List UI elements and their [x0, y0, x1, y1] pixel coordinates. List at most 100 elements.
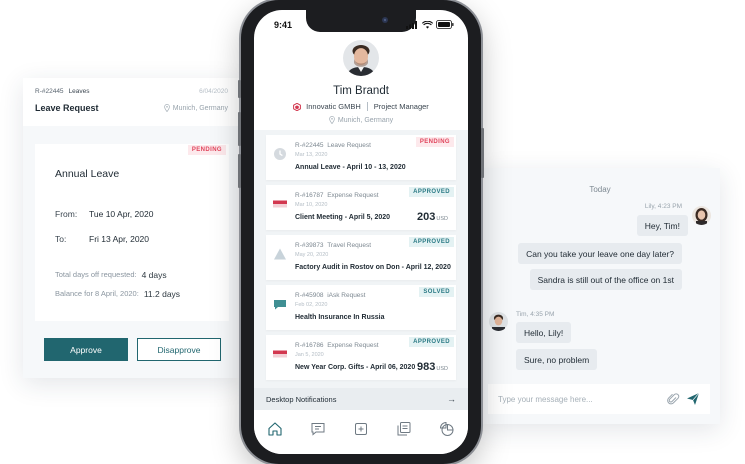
- profile-location-row: Munich, Germany: [254, 116, 468, 124]
- lily-avatar: [692, 206, 711, 225]
- location-pin-icon: [163, 104, 170, 112]
- triangle-icon: [274, 248, 286, 260]
- company-role-divider: [366, 102, 368, 111]
- lily-message-3: Sandra is still out of the office on 1st: [529, 269, 682, 290]
- profile-avatar-image: [343, 40, 379, 76]
- request-item[interactable]: R-#16787 Expense Request Mar 10, 2020 Cl…: [266, 185, 456, 230]
- flag-icon: [273, 200, 287, 208]
- request-list: R-#22445 Leave Request Mar 13, 2020 Annu…: [254, 130, 468, 388]
- approve-button[interactable]: Approve: [44, 338, 128, 361]
- balance-row: Balance for 8 April, 2020: 11.2 days: [55, 289, 180, 299]
- request-date: Mar 10, 2020: [295, 202, 328, 208]
- to-label: To:: [55, 234, 67, 244]
- to-row: To: Fri 13 Apr, 2020: [55, 234, 149, 244]
- attachment-icon[interactable]: [666, 392, 680, 406]
- request-item[interactable]: R-#22445 Leave Request Mar 13, 2020 Annu…: [266, 135, 456, 180]
- message-input[interactable]: [498, 394, 660, 404]
- phone-power-button: [481, 128, 484, 178]
- request-header: R-#16787 Expense Request: [295, 192, 379, 199]
- status-badge: PENDING: [187, 145, 226, 155]
- company-logo-icon: [293, 102, 302, 111]
- amount-currency: USD: [436, 216, 448, 222]
- request-ref: R-#22445: [35, 88, 64, 95]
- lily-message-meta: Lily, 4:23 PM: [644, 203, 682, 210]
- request-ref: R-#16787: [295, 192, 324, 199]
- tim-chat-avatar-image: [489, 312, 508, 331]
- reports-icon[interactable]: [439, 421, 455, 437]
- bottom-tab-bar: [254, 410, 468, 454]
- chat-day-separator: Today: [589, 185, 611, 194]
- total-days-value: 4 days: [141, 270, 167, 280]
- leave-request-header: R-#22445 Leaves 6/04/2020 Leave Request …: [23, 78, 240, 126]
- profile-company-row: Innovatic GMBH Project Manager: [254, 102, 468, 111]
- request-item[interactable]: R-#39873 Travel Request May 20, 2020 Fac…: [266, 235, 456, 280]
- request-header: R-#22445 Leave Request: [295, 142, 371, 149]
- total-days-label: Total days off requested:: [55, 270, 137, 279]
- request-amount: 983USD: [417, 361, 448, 373]
- request-kind: Leaves: [68, 88, 90, 95]
- message-icon[interactable]: [310, 421, 326, 437]
- to-value: Fri 13 Apr, 2020: [89, 234, 150, 244]
- request-kind: Travel Request: [327, 242, 372, 249]
- profile-avatar: [343, 40, 379, 76]
- documents-icon[interactable]: [396, 421, 412, 437]
- add-icon[interactable]: [353, 421, 369, 437]
- status-icons: [406, 20, 454, 29]
- leave-type: Annual Leave: [55, 168, 120, 180]
- flag-icon: [273, 350, 287, 358]
- desktop-notifications-label: Desktop Notifications: [266, 394, 337, 404]
- request-kind: iAsk Request: [327, 292, 366, 299]
- status-badge: APPROVED: [409, 187, 454, 197]
- request-ref: R-#45908: [295, 292, 324, 299]
- status-badge: APPROVED: [409, 237, 454, 247]
- leave-details-card: PENDING Annual Leave From: Tue 10 Apr, 2…: [35, 144, 229, 321]
- message-composer: [488, 384, 710, 414]
- request-ref: R-#22445: [295, 142, 324, 149]
- location-pin-icon: [329, 116, 335, 124]
- request-date: May 20, 2020: [295, 252, 329, 258]
- disapprove-button[interactable]: Disapprove: [137, 338, 221, 361]
- request-ref: R-#16786: [295, 342, 324, 349]
- phone-volume-down: [238, 154, 241, 188]
- tim-message-2: Sure, no problem: [516, 349, 598, 370]
- request-header: R-#39873 Travel Request: [295, 242, 371, 249]
- request-amount: 203USD: [417, 211, 448, 223]
- profile-location: Munich, Germany: [337, 116, 394, 124]
- request-kind: Expense Request: [327, 342, 379, 349]
- camera-icon: [382, 17, 388, 23]
- lily-message-2: Can you take your leave one day later?: [518, 243, 682, 264]
- desktop-notifications-link[interactable]: Desktop Notifications →: [254, 388, 468, 410]
- total-days-row: Total days off requested: 4 days: [55, 270, 167, 280]
- tim-message-1: Hello, Lily!: [516, 322, 572, 343]
- wifi-icon: [422, 20, 433, 29]
- request-location: Munich, Germany: [163, 104, 228, 112]
- lily-avatar-image: [692, 206, 711, 225]
- status-time: 9:41: [274, 20, 293, 30]
- request-date: Feb 02, 2020: [295, 302, 328, 308]
- home-icon[interactable]: [267, 421, 283, 437]
- clock-icon: [274, 148, 286, 160]
- signal-icon: [406, 20, 417, 29]
- amount-currency: USD: [436, 366, 448, 372]
- from-row: From: Tue 10 Apr, 2020: [55, 209, 153, 219]
- profile-company: Innovatic GMBH: [306, 102, 361, 111]
- request-title: Health Insurance In Russia: [295, 314, 385, 321]
- send-icon[interactable]: [686, 392, 700, 406]
- leave-request-title: Leave Request: [35, 103, 99, 113]
- request-kind: Expense Request: [327, 192, 379, 199]
- phone-screen: 9:41 Tim Brandt Innovatic GMBH Project M…: [254, 10, 468, 454]
- status-badge: APPROVED: [409, 337, 454, 347]
- request-item[interactable]: R-#16786 Expense Request Jan 5, 2020 New…: [266, 335, 456, 380]
- battery-icon: [436, 20, 454, 29]
- amount-value: 983: [417, 361, 436, 373]
- request-header: R-#16786 Expense Request: [295, 342, 379, 349]
- phone-mute-switch: [238, 80, 241, 98]
- balance-label: Balance for 8 April, 2020:: [55, 289, 139, 298]
- request-date: 6/04/2020: [199, 88, 228, 95]
- request-item[interactable]: R-#45908 iAsk Request Feb 02, 2020 Healt…: [266, 285, 456, 330]
- request-title: Factory Audit in Rostov on Don - April 1…: [295, 264, 451, 271]
- leave-request-panel: R-#22445 Leaves 6/04/2020 Leave Request …: [23, 78, 240, 378]
- request-kind: Leave Request: [327, 142, 371, 149]
- request-header: R-#45908 iAsk Request: [295, 292, 365, 299]
- request-title: New Year Corp. Gifts - April 06, 2020: [295, 364, 416, 371]
